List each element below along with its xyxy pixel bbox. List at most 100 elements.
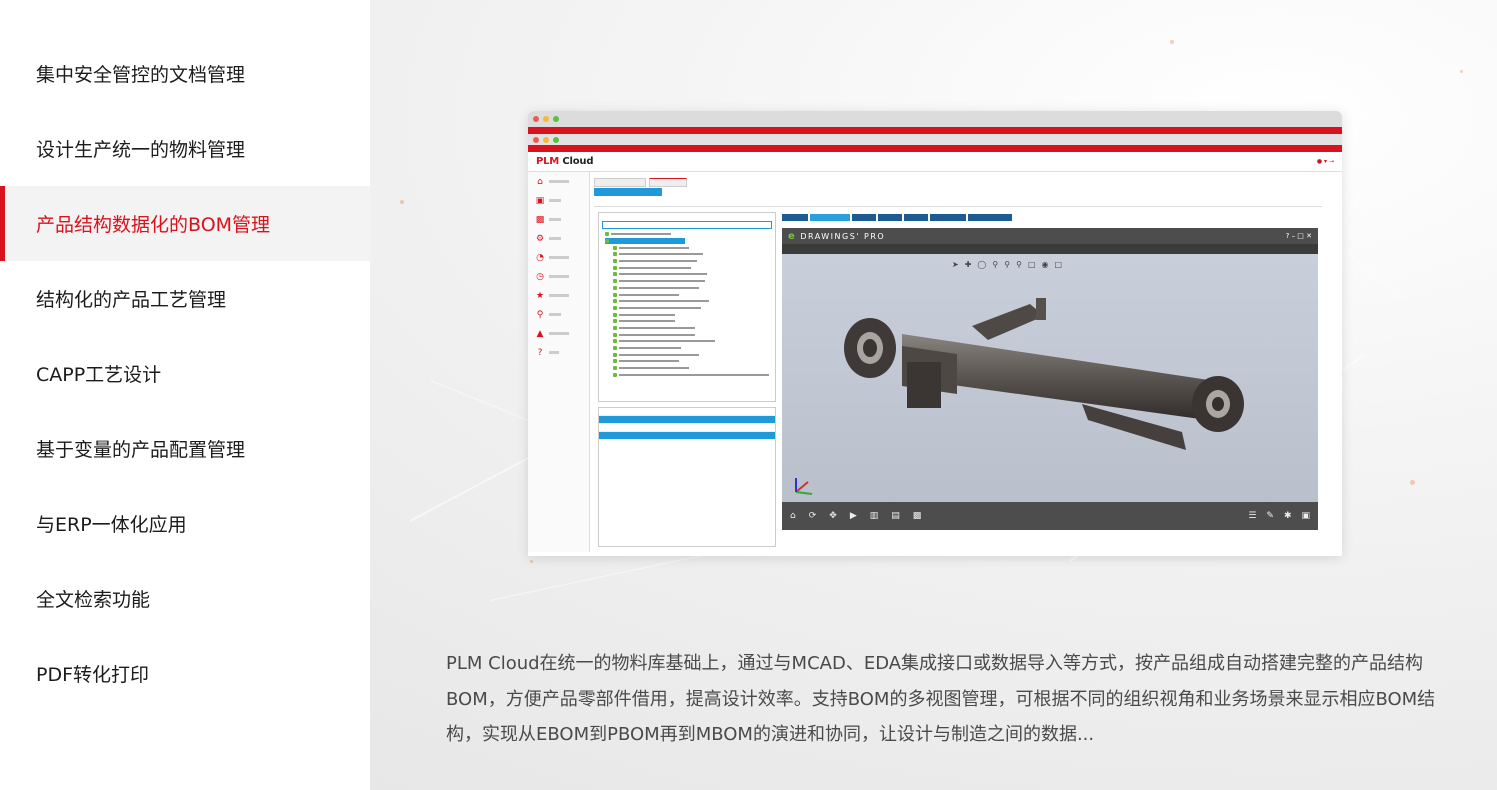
view-tab (930, 214, 966, 221)
minimize-dot-icon (543, 136, 549, 143)
plm-cloud-logo: PLM Cloud (536, 156, 594, 167)
view-tab (968, 214, 1012, 221)
related-documents-panel (598, 407, 776, 547)
viewer-toolbar: e DRAWINGS' PRO ? – □ ✕ (782, 228, 1318, 244)
sidebar-item-document-management[interactable]: 集中安全管控的文档管理 (0, 36, 370, 111)
nav-chart-icon: ◔ (528, 248, 589, 267)
sidebar-item-capp[interactable]: CAPP工艺设计 (0, 336, 370, 411)
app-tab-active (649, 178, 687, 187)
tree-row (605, 305, 775, 312)
view-tab (852, 214, 876, 221)
maximize-dot-icon (553, 116, 559, 122)
sidebar-item-erp-integration[interactable]: 与ERP一体化应用 (0, 486, 370, 561)
sidebar-item-configuration-management[interactable]: 基于变量的产品配置管理 (0, 411, 370, 486)
component-icon: ▩ (912, 511, 922, 521)
feature-description: PLM Cloud在统一的物料库基础上，通过与MCAD、EDA集成接口或数据导入… (446, 653, 1436, 745)
nav-report-icon: ▩ (528, 210, 589, 229)
nav-help-icon: ? (528, 343, 589, 362)
home-icon: ⌂ (790, 511, 796, 521)
close-dot-icon (533, 136, 539, 143)
tree-row (605, 244, 775, 251)
view-tab (878, 214, 902, 221)
tree-row (605, 278, 775, 285)
tree-row (605, 351, 775, 358)
markup-icon: ✎ (1266, 511, 1274, 521)
rotate-icon: ⟳ (808, 511, 817, 521)
measure-icon: ▥ (869, 511, 879, 521)
edrawings-logo: e DRAWINGS' PRO (788, 230, 886, 242)
list-icon: ☰ (1248, 511, 1257, 521)
tree-row (605, 345, 775, 352)
app-tab (594, 178, 646, 187)
viewer-window-controls-icon: ? – □ ✕ (1285, 232, 1312, 240)
tree-row-selected (605, 237, 685, 245)
doc-table-row-selected (599, 432, 775, 440)
doc-panel-header (599, 408, 775, 416)
tree-row (605, 331, 775, 338)
explode-icon: ✱ (1283, 511, 1292, 521)
hydraulic-cylinder-model (795, 298, 1244, 495)
window-red-strip (528, 127, 1342, 134)
sidebar-item-process-management[interactable]: 结构化的产品工艺管理 (0, 261, 370, 336)
inner-red-strip (528, 145, 1342, 152)
tree-row (605, 291, 775, 298)
view-tab (904, 214, 928, 221)
app-header: PLM Cloud ● ▾ → (528, 152, 1342, 172)
maximize-dot-icon (553, 136, 559, 143)
viewer-bottom-toolbar: ⌂ ⟳ ✥ ▶ ▥ ▤ ▩ ☰ ✎ ✱ ▣ (782, 502, 1318, 530)
tree-row (605, 258, 775, 265)
view-tab (782, 214, 808, 221)
nav-favorite-icon: ★ (528, 286, 589, 305)
doc-table-row (599, 424, 775, 432)
tree-row (605, 271, 775, 278)
edrawings-viewer: e DRAWINGS' PRO ? – □ ✕ ➤✚◯⚲⚲⚲□◉□ ⌂ ⟳ ✥ … (782, 228, 1318, 530)
nav-new-icon: ▣ (528, 191, 589, 210)
nav-settings-icon: ⚙ (528, 229, 589, 248)
app-left-nav: ⌂ ▣ ▩ ⚙ ◔ ◷ ★ ⚲ ▲ ? (528, 172, 590, 552)
bom-tree-panel (598, 212, 776, 402)
tree-row (605, 311, 775, 318)
tree-row (605, 285, 775, 292)
tree-row (605, 251, 775, 258)
nav-search-icon: ⚲ (528, 305, 589, 324)
view-tab-active (810, 214, 850, 221)
bom-search-input (602, 221, 772, 229)
play-icon: ▶ (849, 511, 857, 521)
tree-row (605, 358, 775, 365)
sidebar-item-bom-management[interactable]: 产品结构数据化的BOM管理 (0, 186, 370, 261)
tree-row (605, 325, 775, 332)
close-dot-icon (533, 116, 539, 122)
selected-item-chip (594, 188, 662, 196)
viewer-file-tab (782, 244, 1318, 254)
move-icon: ✥ (829, 511, 837, 521)
tree-row (605, 298, 775, 305)
nav-home-icon: ⌂ (528, 172, 589, 191)
tree-row (605, 371, 775, 378)
tree-row (605, 264, 775, 271)
viewer-canvas: ➤✚◯⚲⚲⚲□◉□ (782, 254, 1318, 502)
nav-history-icon: ◷ (528, 267, 589, 286)
bom-tree (599, 229, 775, 378)
tree-row (605, 338, 775, 345)
sidebar-item-material-management[interactable]: 设计生产统一的物料管理 (0, 111, 370, 186)
nav-alert-icon: ▲ (528, 324, 589, 343)
app-body: ⌂ ▣ ▩ ⚙ ◔ ◷ ★ ⚲ ▲ ? e DRAWINGS' PRO ? – … (528, 172, 1342, 552)
doc-table-header (599, 416, 775, 424)
user-menu-icon: ● ▾ → (1316, 158, 1334, 165)
cube-icon: ▣ (1301, 511, 1310, 521)
bom-view-tabs (782, 214, 1012, 221)
sidebar-item-pdf-print[interactable]: PDF转化打印 (0, 636, 370, 711)
bom-panel-header (599, 213, 775, 221)
sidebar: 集中安全管控的文档管理 设计生产统一的物料管理 产品结构数据化的BOM管理 结构… (0, 0, 370, 790)
product-screenshot: PLM Cloud ● ▾ → ⌂ ▣ ▩ ⚙ ◔ ◷ ★ ⚲ ▲ ? e DR… (528, 111, 1342, 556)
sidebar-item-full-text-search[interactable]: 全文检索功能 (0, 561, 370, 636)
tree-row (605, 231, 775, 238)
tree-row (605, 365, 775, 372)
object-breadcrumb (594, 198, 1322, 207)
minimize-dot-icon (543, 116, 549, 122)
browser-titlebar (528, 111, 1342, 127)
view-tools-icon: ➤✚◯⚲⚲⚲□◉□ (952, 260, 1069, 269)
app-tabs (594, 178, 687, 187)
tree-row (605, 318, 775, 325)
inner-window-titlebar (528, 134, 1342, 145)
